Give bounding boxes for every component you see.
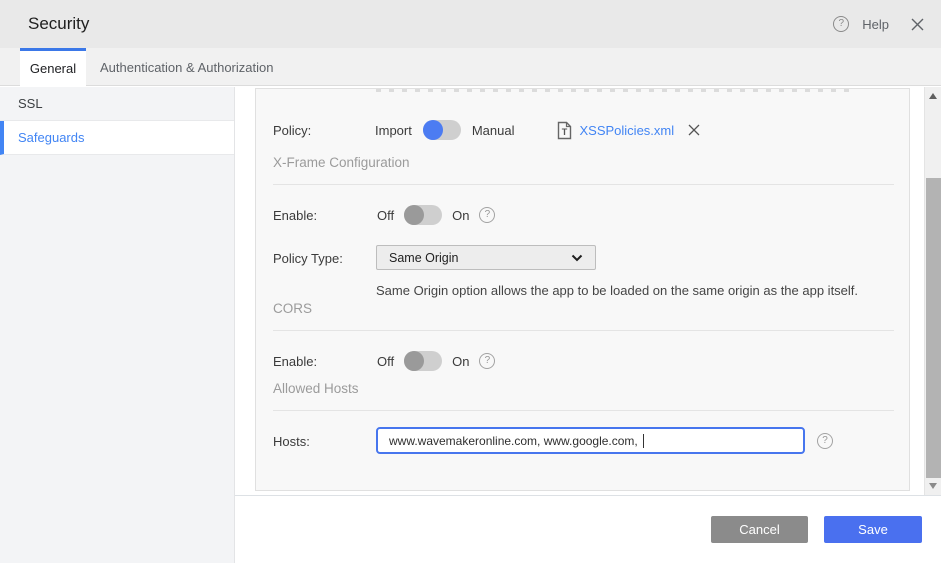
xframe-divider xyxy=(273,184,894,185)
cors-on-label: On xyxy=(452,353,470,369)
policy-label: Policy: xyxy=(273,123,312,138)
policy-file-chip: T XSSPolicies.xml xyxy=(557,121,701,140)
page-title: Security xyxy=(28,14,90,33)
svg-text:T: T xyxy=(562,127,568,137)
tab-authentication-authorization[interactable]: Authentication & Authorization xyxy=(86,48,287,86)
cors-divider xyxy=(273,330,894,331)
xframe-enable-label: Enable: xyxy=(273,208,318,223)
policy-type-select[interactable]: Same Origin xyxy=(376,245,596,270)
policy-type-value: Same Origin xyxy=(389,250,459,265)
save-button[interactable]: Save xyxy=(824,516,922,543)
xframe-enable-row: Off On ? xyxy=(377,205,496,225)
vertical-scrollbar[interactable] xyxy=(924,87,941,495)
close-icon[interactable] xyxy=(910,17,925,32)
footer-divider xyxy=(235,495,941,496)
sidebar-item-safeguards[interactable]: Safeguards xyxy=(0,121,234,155)
policy-type-description: Same Origin option allows the app to be … xyxy=(376,283,859,298)
xframe-section-heading: X-Frame Configuration xyxy=(273,155,410,170)
clipped-text-remnant xyxy=(376,89,856,92)
scrollbar-down-arrow-icon[interactable] xyxy=(929,483,937,489)
cors-enable-label: Enable: xyxy=(273,354,318,369)
sidebar-item-ssl[interactable]: SSL xyxy=(0,87,234,121)
policy-import-manual-toggle[interactable] xyxy=(422,120,461,140)
sidebar: SSL Safeguards xyxy=(0,87,235,563)
policy-type-label: Policy Type: xyxy=(273,251,343,266)
allowed-hosts-divider xyxy=(273,410,894,411)
scrollbar-thumb[interactable] xyxy=(926,178,941,478)
tab-general-label: General xyxy=(29,61,77,76)
help-icon[interactable]: ? xyxy=(833,16,850,32)
file-document-icon: T xyxy=(558,121,572,139)
dialog-header: Security ? Help xyxy=(0,0,941,48)
hosts-input[interactable]: www.wavemakeronline.com, www.google.com, xyxy=(376,427,805,454)
chevron-down-icon xyxy=(571,254,583,262)
cors-enable-help-icon[interactable]: ? xyxy=(479,353,496,369)
cancel-button[interactable]: Cancel xyxy=(711,516,808,543)
tab-auth-label: Authentication & Authorization xyxy=(100,59,274,75)
tab-general[interactable]: General xyxy=(20,48,86,86)
cors-enable-row: Off On ? xyxy=(377,351,496,371)
security-dialog: Security ? Help General Authentication &… xyxy=(0,0,941,563)
hosts-input-value: www.wavemakeronline.com, www.google.com, xyxy=(389,433,642,448)
xss-policies-file-link[interactable]: XSSPolicies.xml xyxy=(579,123,674,138)
hosts-label: Hosts: xyxy=(273,434,310,449)
policy-option-manual: Manual xyxy=(471,122,515,138)
cors-enable-toggle[interactable] xyxy=(404,351,443,371)
help-button[interactable]: Help xyxy=(862,17,889,32)
policy-row: Import Manual T XSSPolicies.xml xyxy=(375,119,701,141)
remove-file-icon[interactable] xyxy=(687,123,701,137)
xframe-enable-help-icon[interactable]: ? xyxy=(479,207,496,223)
allowed-hosts-section-heading: Allowed Hosts xyxy=(273,381,359,396)
sidebar-item-safeguards-label: Safeguards xyxy=(18,130,85,145)
xframe-enable-toggle[interactable] xyxy=(404,205,443,225)
cors-off-label: Off xyxy=(377,353,395,369)
xframe-on-label: On xyxy=(452,207,470,223)
sidebar-item-ssl-label: SSL xyxy=(18,96,43,111)
scrollbar-up-arrow-icon[interactable] xyxy=(929,93,937,99)
xframe-off-label: Off xyxy=(377,207,395,223)
hosts-help-icon[interactable]: ? xyxy=(817,433,833,449)
text-caret xyxy=(643,433,645,448)
tab-bar: General Authentication & Authorization xyxy=(0,48,941,86)
policy-option-import: Import xyxy=(375,122,412,138)
cors-section-heading: CORS xyxy=(273,301,313,316)
safeguards-panel: Policy: Import Manual T XSSPolicies.xml … xyxy=(255,88,910,491)
